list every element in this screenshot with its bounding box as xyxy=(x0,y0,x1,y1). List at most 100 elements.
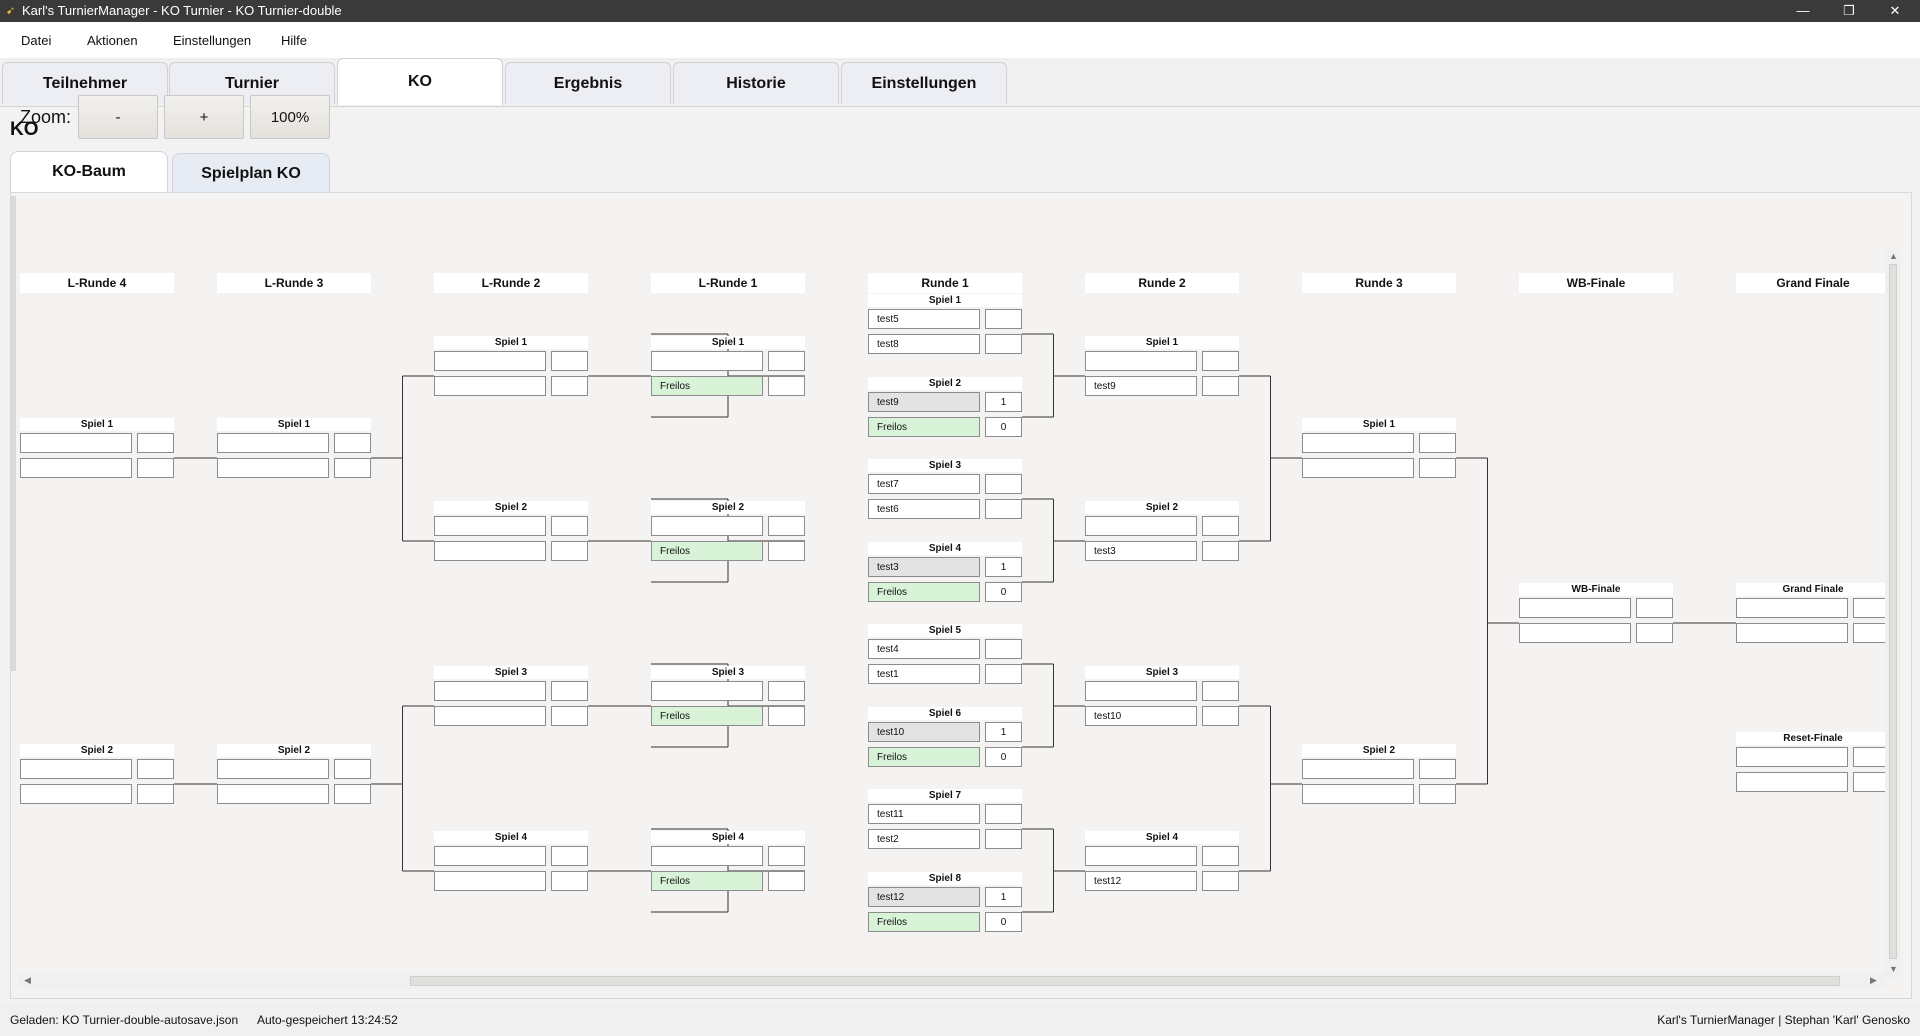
player-slot[interactable]: test6 xyxy=(868,499,980,519)
subtab-spielplan-ko[interactable]: Spielplan KO xyxy=(172,153,330,193)
score-field[interactable] xyxy=(1853,772,1886,792)
tab-historie[interactable]: Historie xyxy=(673,62,839,104)
player-slot[interactable]: Freilos xyxy=(868,417,980,437)
player-slot[interactable] xyxy=(1085,516,1197,536)
player-slot[interactable] xyxy=(1736,772,1848,792)
score-field[interactable] xyxy=(1636,623,1673,643)
player-slot[interactable] xyxy=(434,871,546,891)
player-slot[interactable]: test4 xyxy=(868,639,980,659)
player-slot[interactable]: Freilos xyxy=(651,871,763,891)
horizontal-scrollbar[interactable]: ◀ ▶ xyxy=(18,973,1886,989)
scroll-right-icon[interactable]: ▶ xyxy=(1870,975,1877,986)
player-slot[interactable] xyxy=(1736,623,1848,643)
player-slot[interactable] xyxy=(1302,784,1414,804)
menu-hilfe[interactable]: Hilfe xyxy=(281,22,307,60)
score-field[interactable] xyxy=(137,784,174,804)
score-field[interactable] xyxy=(1419,433,1456,453)
score-field[interactable] xyxy=(985,309,1022,329)
player-slot[interactable] xyxy=(20,458,132,478)
menu-aktionen[interactable]: Aktionen xyxy=(87,22,138,60)
score-field[interactable] xyxy=(1202,871,1239,891)
zoom-reset-button[interactable]: 100% xyxy=(250,95,330,139)
score-field[interactable] xyxy=(1202,706,1239,726)
player-slot[interactable]: test10 xyxy=(1085,706,1197,726)
tab-ko[interactable]: KO xyxy=(337,58,503,105)
player-slot[interactable]: test11 xyxy=(868,804,980,824)
score-field[interactable] xyxy=(768,351,805,371)
score-field[interactable]: 1 xyxy=(985,722,1022,742)
score-field[interactable] xyxy=(1202,351,1239,371)
restore-icon[interactable]: ❐ xyxy=(1826,0,1872,22)
player-slot[interactable]: test5 xyxy=(868,309,980,329)
score-field[interactable] xyxy=(1636,598,1673,618)
player-slot[interactable] xyxy=(434,681,546,701)
score-field[interactable] xyxy=(985,474,1022,494)
score-field[interactable] xyxy=(1853,598,1886,618)
score-field[interactable] xyxy=(768,706,805,726)
score-field[interactable] xyxy=(137,458,174,478)
score-field[interactable] xyxy=(768,541,805,561)
player-slot[interactable]: test9 xyxy=(868,392,980,412)
score-field[interactable] xyxy=(1853,747,1886,767)
score-field[interactable] xyxy=(334,458,371,478)
tab-ergebnis[interactable]: Ergebnis xyxy=(505,62,671,104)
player-slot[interactable]: test12 xyxy=(1085,871,1197,891)
player-slot[interactable] xyxy=(217,458,329,478)
player-slot[interactable] xyxy=(434,706,546,726)
player-slot[interactable]: test2 xyxy=(868,829,980,849)
vertical-scroll-thumb[interactable] xyxy=(1889,264,1897,959)
player-slot[interactable] xyxy=(434,541,546,561)
scroll-left-icon[interactable]: ◀ xyxy=(24,975,31,986)
score-field[interactable] xyxy=(551,541,588,561)
menu-einstellungen[interactable]: Einstellungen xyxy=(173,22,251,60)
player-slot[interactable] xyxy=(217,784,329,804)
player-slot[interactable]: test7 xyxy=(868,474,980,494)
player-slot[interactable] xyxy=(1085,681,1197,701)
score-field[interactable] xyxy=(1202,681,1239,701)
score-field[interactable] xyxy=(334,433,371,453)
score-field[interactable] xyxy=(551,516,588,536)
score-field[interactable] xyxy=(768,681,805,701)
score-field[interactable] xyxy=(551,351,588,371)
score-field[interactable] xyxy=(985,499,1022,519)
player-slot[interactable]: test8 xyxy=(868,334,980,354)
tab-einstellungen[interactable]: Einstellungen xyxy=(841,62,1007,104)
score-field[interactable] xyxy=(985,334,1022,354)
player-slot[interactable] xyxy=(20,433,132,453)
scroll-up-icon[interactable]: ▲ xyxy=(1889,251,1898,261)
zoom-in-button[interactable]: + xyxy=(164,95,244,139)
score-field[interactable] xyxy=(1419,759,1456,779)
player-slot[interactable] xyxy=(1302,458,1414,478)
score-field[interactable]: 1 xyxy=(985,557,1022,577)
player-slot[interactable]: test12 xyxy=(868,887,980,907)
player-slot[interactable] xyxy=(1302,433,1414,453)
score-field[interactable] xyxy=(985,639,1022,659)
player-slot[interactable] xyxy=(1736,747,1848,767)
score-field[interactable]: 1 xyxy=(985,887,1022,907)
player-slot[interactable] xyxy=(434,846,546,866)
player-slot[interactable]: Freilos xyxy=(868,912,980,932)
score-field[interactable] xyxy=(1853,623,1886,643)
player-slot[interactable] xyxy=(651,351,763,371)
score-field[interactable] xyxy=(1202,541,1239,561)
player-slot[interactable] xyxy=(217,759,329,779)
score-field[interactable] xyxy=(334,784,371,804)
score-field[interactable] xyxy=(1202,376,1239,396)
player-slot[interactable]: test3 xyxy=(1085,541,1197,561)
player-slot[interactable]: Freilos xyxy=(868,747,980,767)
player-slot[interactable] xyxy=(651,516,763,536)
vertical-scrollbar[interactable]: ▲ ▼ xyxy=(1885,250,1901,978)
player-slot[interactable]: Freilos xyxy=(651,541,763,561)
score-field[interactable]: 1 xyxy=(985,392,1022,412)
minimize-icon[interactable]: — xyxy=(1780,0,1826,22)
menu-datei[interactable]: Datei xyxy=(21,22,51,60)
score-field[interactable] xyxy=(551,871,588,891)
player-slot[interactable]: Freilos xyxy=(868,582,980,602)
player-slot[interactable]: test3 xyxy=(868,557,980,577)
player-slot[interactable] xyxy=(1736,598,1848,618)
score-field[interactable] xyxy=(768,871,805,891)
score-field[interactable] xyxy=(985,829,1022,849)
score-field[interactable] xyxy=(768,516,805,536)
player-slot[interactable]: Freilos xyxy=(651,706,763,726)
scroll-down-icon[interactable]: ▼ xyxy=(1889,964,1898,974)
